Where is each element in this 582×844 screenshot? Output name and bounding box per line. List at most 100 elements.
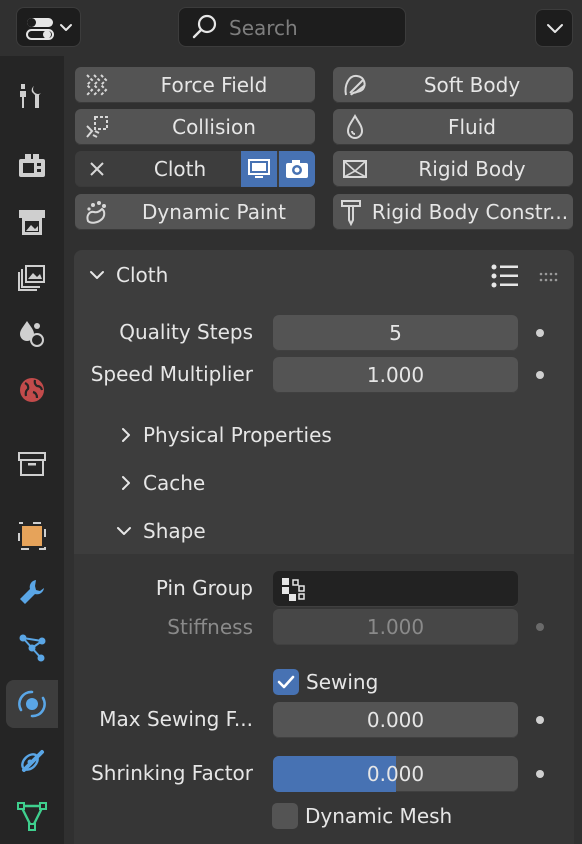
physical-properties-subpanel-header[interactable]: Physical Properties bbox=[116, 421, 416, 449]
show-viewport-toggle[interactable] bbox=[241, 151, 277, 187]
drag-handle-icon[interactable] bbox=[538, 266, 562, 282]
close-icon[interactable] bbox=[83, 155, 111, 183]
shrinking-factor-slider[interactable]: 0.000 bbox=[273, 756, 518, 792]
collection-tab[interactable] bbox=[6, 440, 58, 488]
view-layer-tab[interactable] bbox=[6, 254, 58, 302]
dynamic-paint-button[interactable]: Dynamic Paint bbox=[75, 194, 315, 230]
view-layer-tab-icon bbox=[18, 265, 45, 291]
tool-tab-icon bbox=[20, 84, 41, 108]
sewing-checkbox-row[interactable]: Sewing bbox=[273, 668, 473, 696]
dynamic-mesh-checkbox-row[interactable]: Dynamic Mesh bbox=[272, 802, 492, 830]
keyframe-dot[interactable] bbox=[536, 716, 544, 724]
modifier-tab[interactable] bbox=[6, 568, 58, 616]
keyframe-dot[interactable] bbox=[536, 371, 544, 379]
soft-body-button[interactable]: Soft Body bbox=[333, 67, 573, 103]
rigid-body-constraint-label: Rigid Body Constr... bbox=[371, 200, 569, 224]
rigid-body-label: Rigid Body bbox=[418, 157, 526, 181]
camera-icon bbox=[286, 160, 308, 178]
tool-tab[interactable] bbox=[6, 72, 58, 120]
search-placeholder: Search bbox=[229, 16, 298, 40]
force-field-label: Force Field bbox=[160, 73, 268, 97]
render-tab-icon bbox=[19, 154, 45, 177]
editor-type-button[interactable] bbox=[16, 7, 81, 47]
scene-tab[interactable] bbox=[6, 310, 58, 358]
shrinking-factor-label: Shrinking Factor bbox=[91, 761, 253, 785]
force-field-button[interactable]: Force Field bbox=[75, 67, 315, 103]
max-sewing-force-label: Max Sewing F... bbox=[99, 707, 253, 731]
particles-tab-icon bbox=[19, 634, 46, 662]
output-tab-icon bbox=[19, 210, 45, 235]
world-tab[interactable] bbox=[6, 366, 58, 414]
chevron-down-icon bbox=[90, 271, 104, 279]
data-tab[interactable] bbox=[6, 792, 58, 840]
chevron-down-icon bbox=[547, 24, 563, 33]
rigid-body-button[interactable]: Rigid Body bbox=[333, 151, 573, 187]
show-render-toggle[interactable] bbox=[279, 151, 315, 187]
fluid-button[interactable]: Fluid bbox=[333, 109, 573, 145]
physics-tab[interactable] bbox=[6, 680, 58, 728]
particles-tab[interactable] bbox=[6, 624, 58, 672]
max-sewing-force-field[interactable]: 0.000 bbox=[273, 702, 518, 738]
mesh-data-icon bbox=[17, 802, 47, 831]
constraints-tab[interactable] bbox=[6, 736, 58, 784]
cache-subpanel-header[interactable]: Cache bbox=[116, 469, 416, 497]
stiffness-field[interactable]: 1.000 bbox=[273, 609, 518, 645]
presets-menu-button[interactable] bbox=[488, 262, 522, 292]
speed-multiplier-field[interactable]: 1.000 bbox=[273, 357, 518, 393]
dynamic-paint-label: Dynamic Paint bbox=[141, 200, 287, 224]
fluid-drop-icon bbox=[346, 113, 364, 139]
speed-multiplier-label: Speed Multiplier bbox=[90, 362, 253, 386]
collision-label: Collision bbox=[172, 115, 256, 139]
options-dropdown-button[interactable] bbox=[535, 9, 573, 47]
cloth-button[interactable]: Cloth bbox=[75, 151, 315, 187]
object-tab-icon bbox=[18, 522, 46, 550]
pin-group-label: Pin Group bbox=[155, 576, 253, 600]
scene-tab-icon bbox=[20, 321, 44, 347]
dynamic-mesh-label: Dynamic Mesh bbox=[305, 804, 453, 828]
pin-group-field[interactable] bbox=[273, 571, 518, 607]
physical-properties-label: Physical Properties bbox=[143, 423, 332, 447]
stiffness-label: Stiffness bbox=[167, 615, 253, 639]
checkmark-icon bbox=[277, 675, 295, 689]
object-tab[interactable] bbox=[6, 512, 58, 560]
dynamic-paint-icon bbox=[86, 201, 106, 224]
chevron-right-icon bbox=[122, 428, 130, 442]
sewing-label: Sewing bbox=[306, 670, 379, 694]
stiffness-value: 1.000 bbox=[366, 615, 425, 639]
speed-multiplier-value: 1.000 bbox=[366, 363, 425, 387]
cloth-panel-header[interactable]: Cloth bbox=[86, 262, 386, 288]
search-input[interactable]: Search bbox=[178, 7, 406, 47]
search-icon bbox=[192, 14, 217, 39]
fluid-label: Fluid bbox=[448, 115, 496, 139]
sewing-checkbox[interactable] bbox=[273, 669, 299, 695]
keyframe-dot[interactable] bbox=[536, 623, 544, 631]
render-tab[interactable] bbox=[6, 142, 58, 190]
quality-steps-field[interactable]: 5 bbox=[273, 315, 518, 351]
output-tab[interactable] bbox=[6, 198, 58, 246]
quality-steps-label: Quality Steps bbox=[119, 320, 253, 344]
collection-tab-icon bbox=[18, 452, 46, 476]
collision-icon bbox=[86, 116, 108, 138]
monitor-icon bbox=[248, 159, 270, 178]
soft-body-label: Soft Body bbox=[423, 73, 521, 97]
world-tab-icon bbox=[20, 378, 44, 402]
cache-label: Cache bbox=[143, 471, 206, 495]
max-sewing-force-value: 0.000 bbox=[366, 708, 425, 732]
force-field-icon bbox=[85, 74, 108, 96]
rigid-body-constraint-button[interactable]: Rigid Body Constr... bbox=[333, 194, 573, 230]
physics-tab-icon bbox=[18, 690, 46, 718]
collision-button[interactable]: Collision bbox=[75, 109, 315, 145]
constraints-tab-icon bbox=[21, 750, 44, 772]
rigid-body-constraint-icon bbox=[341, 200, 361, 226]
keyframe-dot[interactable] bbox=[536, 329, 544, 337]
dynamic-mesh-checkbox[interactable] bbox=[272, 803, 298, 829]
list-icon bbox=[491, 264, 518, 288]
wrench-icon bbox=[20, 580, 44, 604]
cloth-label: Cloth bbox=[153, 157, 207, 181]
quality-steps-value: 5 bbox=[389, 321, 402, 345]
keyframe-dot[interactable] bbox=[536, 770, 544, 778]
rigid-body-icon bbox=[343, 160, 367, 178]
chevron-down-icon bbox=[117, 527, 131, 535]
shape-subpanel-header[interactable]: Shape bbox=[112, 517, 412, 545]
chevron-right-icon bbox=[122, 476, 130, 490]
